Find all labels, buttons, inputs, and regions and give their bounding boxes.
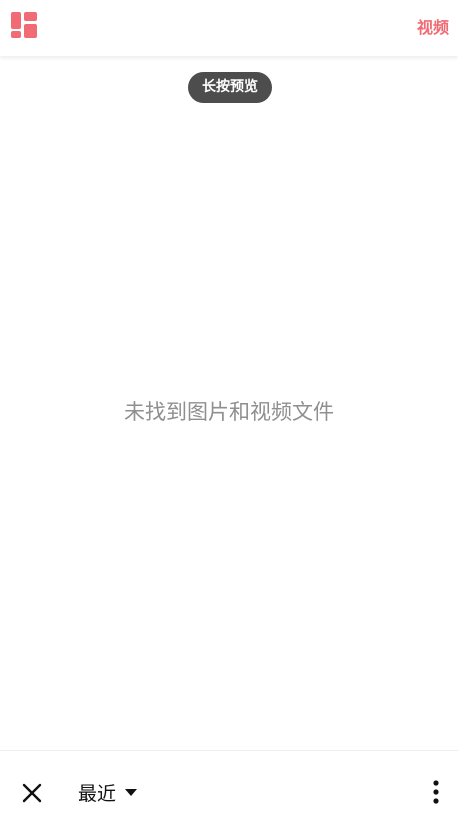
media-picker-screen: 视频 长按预览 未找到图片和视频文件 最近 (0, 0, 458, 820)
caret-down-icon (125, 788, 138, 796)
album-selector[interactable]: 最近 (78, 778, 138, 806)
close-icon[interactable] (20, 781, 44, 805)
more-vertical-icon[interactable] (428, 779, 444, 807)
album-selector-label: 最近 (78, 782, 117, 805)
top-bar: 视频 (0, 0, 458, 56)
long-press-preview-hint: 长按预览 (188, 72, 272, 103)
layout-grid-icon[interactable] (11, 12, 37, 38)
bottom-bar: 最近 (0, 750, 458, 820)
empty-state-message: 未找到图片和视频文件 (124, 400, 334, 424)
video-tab[interactable]: 视频 (417, 14, 449, 38)
